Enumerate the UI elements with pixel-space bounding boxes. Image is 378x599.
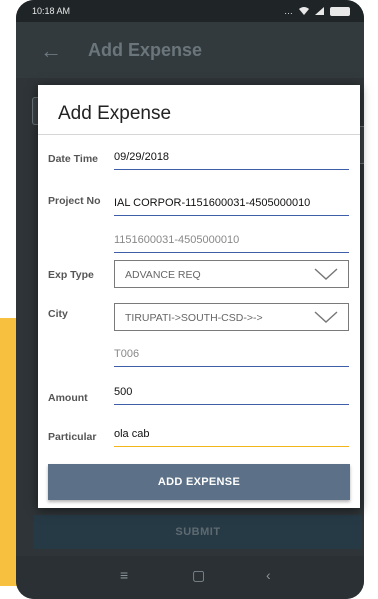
city-value: TIRUPATI->SOUTH-CSD->-> — [125, 312, 263, 324]
project-no-field[interactable]: IAL CORPOR-1151600031-4505000010 — [114, 197, 349, 216]
project-no-secondary-field[interactable]: 1151600031-4505000010 — [114, 234, 349, 253]
status-time: 10:18 AM — [32, 6, 71, 16]
menu-icon[interactable]: ≡ — [120, 567, 128, 583]
back-arrow-icon[interactable]: ← — [40, 38, 62, 64]
date-time-label: Date Time — [48, 153, 98, 165]
status-bar: 10:18 AM … — [16, 0, 364, 22]
date-time-field[interactable]: 09/29/2018 — [114, 151, 349, 170]
screen: 10:18 AM … ← Add Expense SUBMIT ≡ ▢ ‹ Ad… — [0, 0, 378, 599]
add-expense-button[interactable]: ADD EXPENSE — [48, 464, 350, 500]
add-expense-dialog: Add Expense Date Time 09/29/2018 Project… — [38, 85, 360, 508]
home-icon[interactable]: ▢ — [192, 567, 205, 584]
chevron-down-icon — [314, 268, 338, 280]
status-icons: … — [284, 6, 350, 16]
exp-type-label: Exp Type — [48, 269, 94, 281]
more-icon: … — [284, 6, 293, 16]
back-nav-icon[interactable]: ‹ — [266, 567, 271, 583]
app-bar-title: Add Expense — [88, 40, 203, 60]
particular-field[interactable]: ola cab — [114, 428, 349, 447]
city-select[interactable]: TIRUPATI->SOUTH-CSD->-> — [114, 303, 349, 331]
city-label: City — [48, 308, 68, 320]
dialog-title: Add Expense — [58, 103, 172, 124]
signal-icon — [315, 7, 324, 15]
chevron-down-icon — [314, 311, 338, 323]
particular-label: Particular — [48, 431, 97, 443]
battery-icon — [330, 6, 350, 16]
navigation-bar: ≡ ▢ ‹ — [16, 556, 364, 599]
app-bar: ← Add Expense — [16, 22, 364, 78]
amount-field[interactable]: 500 — [114, 386, 349, 405]
title-divider — [38, 134, 360, 135]
submit-button[interactable]: SUBMIT — [34, 515, 362, 549]
amount-label: Amount — [48, 392, 88, 404]
exp-type-select[interactable]: ADVANCE REQ — [114, 260, 349, 288]
wifi-icon — [299, 7, 309, 15]
project-no-label: Project No — [48, 195, 101, 207]
exp-type-value: ADVANCE REQ — [125, 269, 201, 281]
city-code-field[interactable]: T006 — [114, 348, 349, 367]
